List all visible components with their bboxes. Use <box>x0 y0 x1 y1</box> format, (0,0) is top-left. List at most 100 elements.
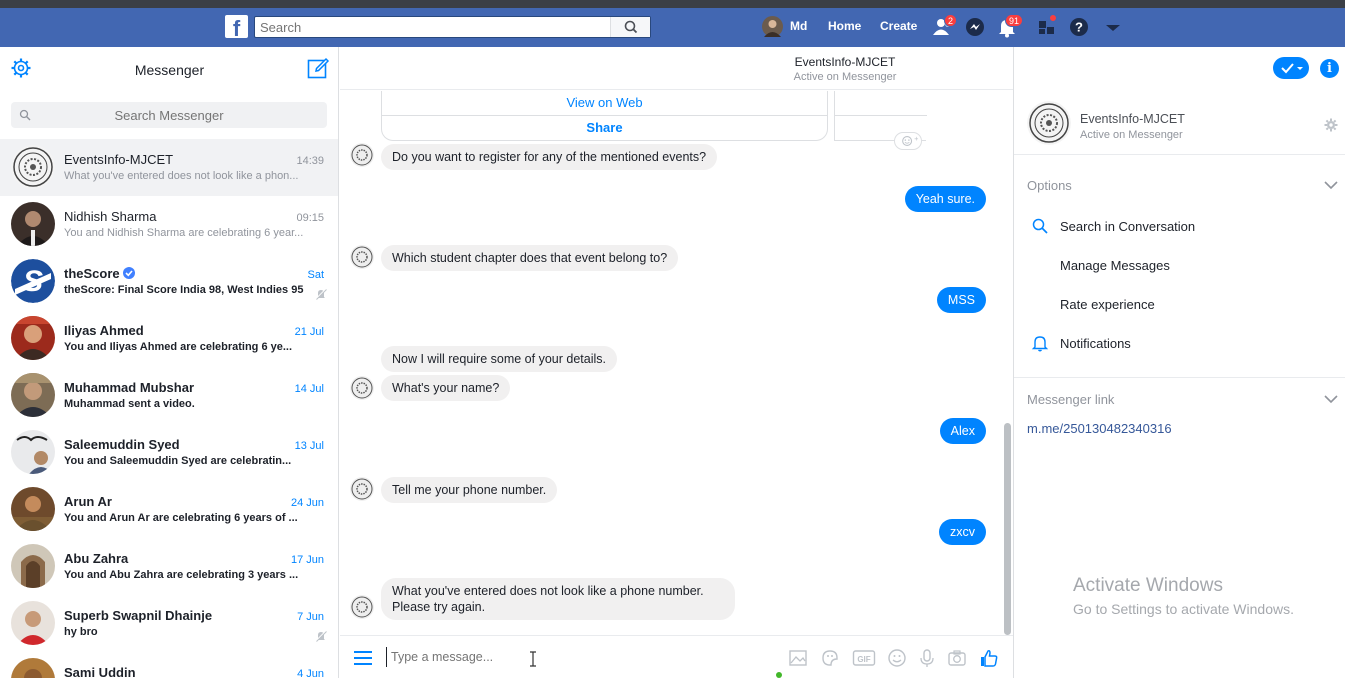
conversation-item-eventsinfo[interactable]: EventsInfo-MJCET 14:39 What you've enter… <box>0 139 338 196</box>
menu-hamburger-icon[interactable] <box>354 651 372 665</box>
message-bubble-incoming[interactable]: What's your name? <box>381 375 511 401</box>
share-button[interactable]: Share <box>382 116 827 141</box>
avatar <box>11 487 55 531</box>
compose-message-icon[interactable] <box>306 56 330 80</box>
message-bubble-incoming[interactable]: Do you want to register for any of the m… <box>381 144 718 170</box>
message-bubble-outgoing[interactable]: zxcv <box>939 519 986 545</box>
messenger-search-box[interactable] <box>11 102 327 128</box>
search-icon <box>1032 218 1048 234</box>
conversation-name: Arun Ar <box>64 494 112 509</box>
conversation-item-swapnil[interactable]: Superb Swapnil Dhainje 7 Jun hy bro <box>0 595 338 652</box>
help-question-icon[interactable]: ? <box>1068 16 1090 38</box>
messenger-icon[interactable] <box>964 16 986 38</box>
message-bubble-incoming[interactable]: Which student chapter does that event be… <box>381 245 679 271</box>
bot-avatar <box>350 376 374 400</box>
facebook-search-input[interactable] <box>255 17 605 37</box>
conversation-time: Sat <box>307 269 324 281</box>
message-bubble-outgoing[interactable]: Yeah sure. <box>904 186 986 212</box>
message-bubble-incoming[interactable]: Tell me your phone number. <box>381 477 558 503</box>
messenger-search-input[interactable] <box>11 102 327 128</box>
bot-avatar <box>350 245 374 269</box>
chevron-down-icon[interactable] <box>1324 180 1338 190</box>
search-in-conversation-option[interactable]: Search in Conversation <box>1060 219 1195 234</box>
conversation-name: Saleemuddin Syed <box>64 437 180 452</box>
conversation-list: EventsInfo-MJCET 14:39 What you've enter… <box>0 139 338 678</box>
manage-messages-option[interactable]: Manage Messages <box>1060 258 1170 273</box>
gif-icon[interactable]: GIF <box>852 648 876 668</box>
svg-text:GIF: GIF <box>857 655 870 664</box>
conversation-preview: You and Iliyas Ahmed are celebrating 6 y… <box>64 341 293 353</box>
message-line: Please try again. <box>392 600 486 614</box>
rate-experience-option[interactable]: Rate experience <box>1060 297 1155 312</box>
emoji-icon[interactable] <box>887 648 907 668</box>
chat-panel: View on Web Share + Do you want to regis… <box>340 47 1013 678</box>
home-link[interactable]: Home <box>828 19 861 33</box>
avatar <box>11 373 55 417</box>
college-seal-avatar[interactable] <box>1027 101 1071 145</box>
conversation-item-arun[interactable]: Arun Ar 24 Jun You and Arun Ar are celeb… <box>0 481 338 538</box>
conversation-item-nidhish[interactable]: Nidhish Sharma 09:15 You and Nidhish Sha… <box>0 196 338 253</box>
sticker-icon[interactable] <box>820 648 840 668</box>
conversation-time: 09:15 <box>296 212 324 224</box>
messenger-header: Messenger <box>0 47 338 92</box>
thread-scrollbar[interactable] <box>1004 423 1011 635</box>
message-bubble-incoming[interactable]: Now I will require some of your details. <box>381 346 617 372</box>
photo-icon[interactable] <box>788 648 808 668</box>
conversation-preview: You and Saleemuddin Syed are celebratin.… <box>64 455 292 467</box>
message-bubble-outgoing[interactable]: Alex <box>939 418 986 444</box>
conversation-item-thescore[interactable]: S theScore Sat theScore: Final Score Ind… <box>0 253 338 310</box>
add-reaction-icon[interactable]: + <box>894 132 922 150</box>
conversation-item-sami[interactable]: Sami Uddin 4 Jun <box>0 652 338 678</box>
messenger-link-section-title[interactable]: Messenger link <box>1027 392 1114 407</box>
checkmark-icon <box>1281 63 1303 74</box>
message-bubble-outgoing[interactable]: MSS <box>936 287 986 313</box>
conversation-name-text: theScore <box>64 266 120 281</box>
conversation-item-saleemuddin[interactable]: Saleemuddin Syed 13 Jul You and Saleemud… <box>0 424 338 481</box>
search-icon <box>624 20 638 34</box>
profile-avatar[interactable] <box>762 16 783 37</box>
microphone-icon[interactable] <box>917 648 937 668</box>
like-thumbs-up-icon[interactable] <box>979 648 999 668</box>
conversation-item-mubshar[interactable]: Muhammad Mubshar 14 Jul Muhammad sent a … <box>0 367 338 424</box>
activate-windows-title: Activate Windows <box>1073 575 1223 596</box>
conversation-preview: What you've entered does not look like a… <box>64 170 299 182</box>
facebook-top-bar <box>0 0 1345 47</box>
muted-bell-icon <box>315 288 327 300</box>
settings-gear-icon[interactable] <box>1324 118 1338 132</box>
verified-badge-icon <box>122 267 135 279</box>
actions-menu-button[interactable] <box>1273 57 1309 79</box>
message-bubble-incoming[interactable]: What you've entered does not look like a… <box>381 578 735 620</box>
messenger-link[interactable]: m.me/250130482340316 <box>1027 421 1172 436</box>
contact-profile: EventsInfo-MJCET Active on Messenger <box>1014 95 1345 155</box>
conversation-time: 17 Jun <box>290 554 324 566</box>
options-section-title[interactable]: Options <box>1027 178 1072 193</box>
account-menu-chevron-icon[interactable] <box>1102 16 1124 38</box>
conversation-preview: hy bro <box>64 626 98 638</box>
chevron-down-icon[interactable] <box>1324 394 1338 404</box>
contact-name[interactable]: EventsInfo-MJCET <box>1080 112 1185 126</box>
profile-link[interactable]: Md <box>790 19 807 33</box>
camera-icon[interactable] <box>947 648 967 668</box>
avatar <box>11 544 55 588</box>
info-icon[interactable]: i <box>1320 59 1339 78</box>
conversation-item-iliyas[interactable]: Iliyas Ahmed 21 Jul You and Iliyas Ahmed… <box>0 310 338 367</box>
activate-windows-subtitle: Go to Settings to activate Windows. <box>1073 601 1294 617</box>
browser-strip <box>0 0 1345 8</box>
create-link[interactable]: Create <box>880 19 917 33</box>
facebook-logo-icon[interactable]: f <box>225 15 248 38</box>
conversation-item-abu-zahra[interactable]: Abu Zahra 17 Jun You and Abu Zahra are c… <box>0 538 338 595</box>
facebook-search-box[interactable] <box>254 16 651 38</box>
conversation-name: Muhammad Mubshar <box>64 380 195 395</box>
view-on-web-button[interactable]: View on Web <box>382 91 827 116</box>
conversation-time: 14:39 <box>296 155 324 167</box>
search-button[interactable] <box>610 17 650 37</box>
i-beam-cursor-icon <box>530 651 536 667</box>
avatar <box>11 316 55 360</box>
svg-text:?: ? <box>1075 20 1083 35</box>
notifications-bell-icon <box>1031 336 1049 352</box>
message-thread[interactable]: View on Web Share + Do you want to regis… <box>340 91 1005 635</box>
conversation-time: 24 Jun <box>290 497 324 509</box>
bot-avatar <box>350 143 374 167</box>
notifications-option[interactable]: Notifications <box>1060 336 1131 351</box>
section-divider <box>1014 377 1345 378</box>
